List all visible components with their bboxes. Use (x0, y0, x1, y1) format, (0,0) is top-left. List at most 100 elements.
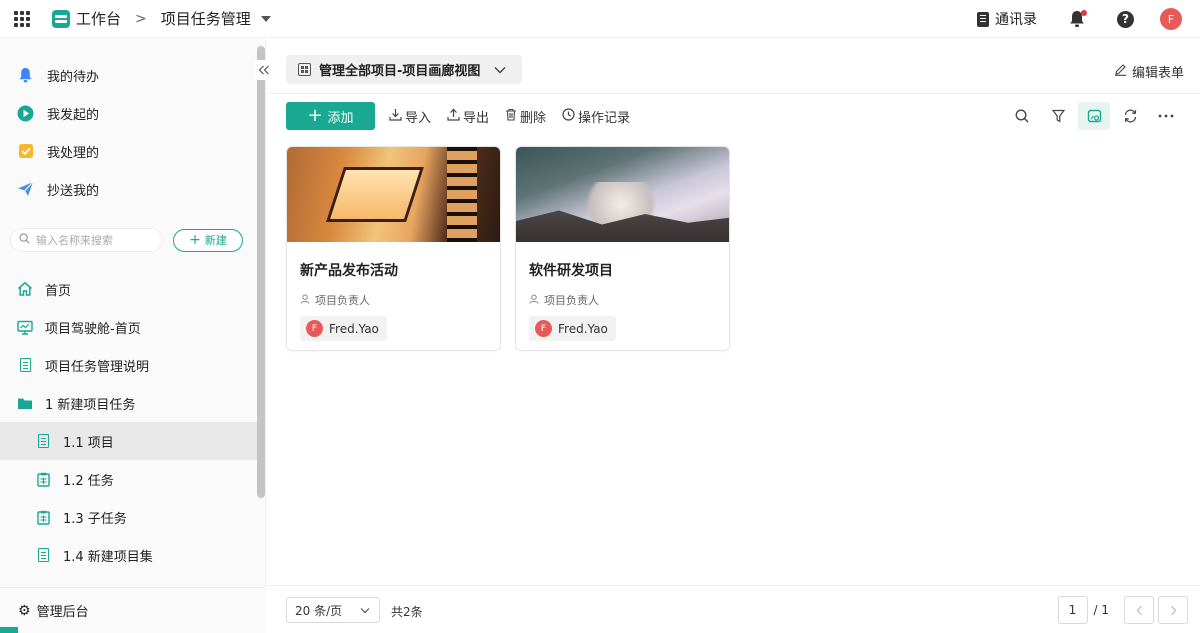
plus-icon: + (307, 105, 323, 126)
gallery-cards: 新产品发布活动 项目负责人 F Fred.Yao 软件研发项目 项目负责人 F … (286, 146, 744, 351)
view-header: 管理全部项目-项目画廊视图 编辑表单 (267, 38, 1200, 94)
project-card[interactable]: 软件研发项目 项目负责人 F Fred.Yao (515, 146, 730, 351)
upload-icon (447, 108, 460, 125)
play-icon (17, 105, 34, 122)
project-title[interactable]: 项目任务管理 (161, 8, 251, 29)
quick-access-list: 我的待办 我发起的 我处理的 抄送我的 (0, 38, 265, 208)
prev-page-button[interactable] (1124, 596, 1154, 624)
page-number-input[interactable]: 1 (1057, 596, 1088, 624)
user-avatar[interactable]: F (1160, 8, 1182, 30)
sidebar-item-initiated[interactable]: 我发起的 (0, 94, 265, 132)
sidebar-item-label: 我的待办 (47, 69, 100, 85)
sidebar-item-guide[interactable]: 项目任务管理说明 (0, 346, 265, 384)
chevron-down-icon (494, 63, 506, 77)
sidebar-item-program[interactable]: 1.4 新建项目集 (0, 536, 265, 574)
operation-log-button[interactable]: 操作记录 (562, 107, 630, 126)
document-icon (17, 357, 33, 373)
project-dropdown-icon[interactable] (260, 15, 271, 22)
delete-label: 删除 (520, 110, 547, 126)
import-button[interactable]: 导入 (389, 107, 431, 126)
sidebar-item-label: 1 新建项目任务 (45, 397, 136, 413)
owner-name: Fred.Yao (329, 321, 379, 336)
person-icon (300, 294, 310, 307)
edit-form-button[interactable]: 编辑表单 (1114, 62, 1184, 81)
notification-bell-icon[interactable] (1069, 10, 1087, 28)
sidebar-item-home[interactable]: 首页 (0, 270, 265, 308)
contacts-label: 通讯录 (995, 12, 1037, 28)
document-icon (35, 433, 51, 449)
card-style-icon[interactable] (1078, 102, 1110, 130)
more-icon[interactable] (1150, 102, 1182, 130)
sidebar-item-projects[interactable]: 1.1 项目 (0, 422, 265, 460)
address-book-icon (977, 11, 989, 27)
sidebar-item-label: 我发起的 (47, 107, 100, 123)
sidebar-item-label: 1.4 新建项目集 (63, 549, 153, 565)
sidebar-item-label: 1.3 子任务 (63, 511, 127, 527)
person-icon (529, 294, 539, 307)
sidebar-item-label: 我处理的 (47, 145, 100, 161)
delete-button[interactable]: 删除 (505, 107, 546, 126)
sidebar-item-cc[interactable]: 抄送我的 (0, 170, 265, 208)
sidebar-item-tasks[interactable]: 1.2 任务 (0, 460, 265, 498)
document-icon (35, 547, 51, 563)
plus-icon: + (189, 232, 201, 248)
gallery-view-icon (298, 63, 311, 76)
sidebar-item-handled[interactable]: 我处理的 (0, 132, 265, 170)
chevron-down-icon (360, 604, 370, 617)
sidebar-item-label: 项目驾驶舱-首页 (45, 321, 141, 337)
view-name: 管理全部项目-项目画廊视图 (319, 64, 481, 79)
sidebar-item-folder-new-tasks[interactable]: 1 新建项目任务 (0, 384, 265, 422)
form-icon (35, 509, 51, 525)
search-icon[interactable] (1006, 102, 1038, 130)
log-label: 操作记录 (578, 110, 631, 126)
owner-name: Fred.Yao (558, 321, 608, 336)
sidebar-search-input[interactable]: 输入名称来搜索 (10, 228, 163, 252)
sidebar-scrollbar[interactable] (257, 46, 265, 498)
toolbar: + 添加 导入 导出 删除 操作记录 (267, 94, 1200, 144)
workspace-title[interactable]: 工作台 (76, 8, 121, 29)
owner-chip: F Fred.Yao (529, 316, 616, 341)
toolbar-right-icons (1002, 102, 1182, 130)
breadcrumb-separator: > (135, 10, 147, 27)
sidebar-item-subtasks[interactable]: 1.3 子任务 (0, 498, 265, 536)
sidebar-item-label: 1.1 项目 (63, 435, 114, 451)
sidebar: 我的待办 我发起的 我处理的 抄送我的 输入名称来搜索 + 新建 首页 项目驾驶… (0, 38, 266, 633)
sidebar-item-my-todo[interactable]: 我的待办 (0, 56, 265, 94)
toolbar-actions: 导入 导出 删除 操作记录 (389, 102, 646, 130)
new-button[interactable]: + 新建 (173, 228, 243, 252)
page-total: / 1 (1093, 603, 1110, 617)
page-size-select[interactable]: 20 条/页 (286, 597, 380, 623)
filter-icon[interactable] (1042, 102, 1074, 130)
add-button[interactable]: + 添加 (286, 102, 375, 130)
edit-form-label: 编辑表单 (1131, 66, 1184, 81)
card-field-label: 项目负责人 (300, 292, 500, 308)
refresh-icon[interactable] (1114, 102, 1146, 130)
view-selector[interactable]: 管理全部项目-项目画廊视图 (286, 55, 523, 84)
form-icon (35, 471, 51, 487)
next-page-button[interactable] (1158, 596, 1188, 624)
export-label: 导出 (463, 110, 490, 126)
sidebar-search-row: 输入名称来搜索 + 新建 (0, 228, 265, 252)
card-cover-image (516, 147, 729, 242)
page-size-value: 20 条/页 (295, 603, 343, 618)
dashboard-icon (17, 319, 33, 335)
admin-console-link[interactable]: ⚙ 管理后台 (0, 587, 266, 633)
export-button[interactable]: 导出 (447, 107, 489, 126)
gear-icon: ⚙ (18, 602, 31, 619)
help-icon[interactable]: ? (1117, 10, 1134, 28)
navigation-tree: 首页 项目驾驶舱-首页 项目任务管理说明 1 新建项目任务 1.1 项目 1.2… (0, 270, 265, 574)
collapse-sidebar-icon[interactable] (254, 60, 274, 80)
new-button-label: 新建 (204, 234, 227, 247)
contacts-button[interactable]: 通讯录 (977, 9, 1037, 29)
home-icon (17, 281, 33, 297)
project-card[interactable]: 新产品发布活动 项目负责人 F Fred.Yao (286, 146, 501, 351)
folder-icon (17, 395, 33, 411)
accent-marker (0, 627, 18, 633)
owner-chip: F Fred.Yao (300, 316, 387, 341)
sidebar-item-dashboard[interactable]: 项目驾驶舱-首页 (0, 308, 265, 346)
apps-grid-icon[interactable] (14, 10, 30, 27)
sidebar-item-label: 项目任务管理说明 (45, 359, 150, 375)
search-icon (19, 233, 30, 247)
avatar: F (535, 320, 552, 337)
workspace-logo-icon[interactable] (52, 9, 70, 28)
